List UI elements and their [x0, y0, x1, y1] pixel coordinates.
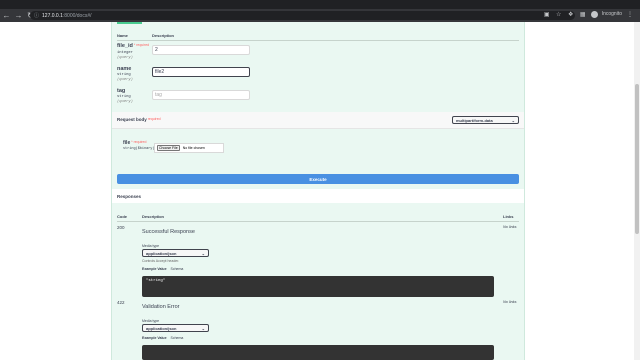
- example-code-block-422: [142, 345, 494, 360]
- example-tabs-200: Example Value Schema: [142, 267, 183, 271]
- param-type-name: string: [117, 73, 131, 77]
- sidebar-icon[interactable]: ▦: [579, 10, 587, 18]
- menu-icon[interactable]: ⋮: [626, 10, 634, 18]
- file-id-input[interactable]: 2: [152, 45, 250, 55]
- params-header-name: Name: [117, 33, 128, 38]
- incognito-icon[interactable]: [590, 10, 598, 18]
- tab-schema-200[interactable]: Schema: [171, 267, 184, 271]
- back-icon[interactable]: ←: [1, 10, 12, 21]
- tag-input[interactable]: tag: [152, 90, 250, 100]
- header-divider: [117, 40, 519, 41]
- media-type-label-200: Media type: [142, 244, 160, 248]
- page: Name Description file_id* required integ…: [0, 22, 640, 360]
- params-header-description: Description: [152, 33, 175, 38]
- tab-example-value-200[interactable]: Example Value: [142, 267, 167, 271]
- active-tab-indicator: [117, 22, 142, 24]
- response-code-200: 200: [117, 225, 125, 230]
- file-field-type: string($binary): [123, 147, 155, 151]
- media-type-select-200[interactable]: application/json ⌄: [142, 249, 209, 257]
- responses-col-links: Links: [503, 214, 514, 219]
- param-name-file-id: file_id* required: [117, 43, 150, 49]
- response-description-422: Validation Error: [142, 304, 180, 310]
- profile-label: Incognito: [601, 11, 622, 17]
- response-code-422: 422: [117, 300, 125, 305]
- tab-schema-422[interactable]: Schema: [171, 336, 184, 340]
- forward-icon[interactable]: →: [13, 10, 24, 21]
- choose-file-button[interactable]: Choose File: [157, 145, 180, 151]
- media-type-label-422: Media type: [142, 319, 160, 323]
- info-icon[interactable]: ⓘ: [34, 12, 39, 19]
- browser-toolbar: ← → ↻ ⓘ 127.0.0.1 :8000/docs#/ ▣ ☆ ❖ ▦ I…: [0, 9, 640, 22]
- param-type-file-id: integer: [117, 51, 133, 55]
- param-name-name: name: [117, 66, 132, 72]
- tab-example-value-422[interactable]: Example Value: [142, 336, 167, 340]
- bookmark-star-icon[interactable]: ☆: [555, 10, 563, 18]
- operation-panel: Name Description file_id* required integ…: [111, 22, 525, 360]
- request-body-title: Request bodyrequired: [117, 117, 161, 122]
- param-in-tag: (query): [117, 100, 133, 104]
- scrollbar-thumb[interactable]: [635, 84, 639, 234]
- url-host: 127.0.0.1: [42, 12, 63, 19]
- url-path: :8000/docs#/: [62, 12, 92, 19]
- response-description-200: Successful Response: [142, 229, 195, 235]
- execute-button[interactable]: Execute: [117, 174, 519, 184]
- tab-strip: [0, 0, 640, 9]
- controls-accept-note: Controls Accept header.: [142, 259, 180, 263]
- no-file-label: No file chosen: [182, 146, 205, 150]
- responses-col-code: Code: [117, 214, 127, 219]
- example-value-200: "string": [146, 279, 166, 283]
- responses-divider: [117, 221, 519, 222]
- chevron-down-icon: ⌄: [201, 326, 205, 331]
- address-bar[interactable]: ⓘ 127.0.0.1 :8000/docs#/: [30, 11, 575, 20]
- chevron-down-icon: ⌄: [201, 251, 205, 256]
- responses-col-description: Description: [142, 214, 165, 219]
- responses-title: Responses: [117, 194, 142, 199]
- content-type-select[interactable]: multipart/form-data ⌄: [452, 116, 519, 124]
- responses-header: Responses: [112, 189, 524, 203]
- param-in-file-id: (query): [117, 56, 133, 60]
- param-in-name: (query): [117, 78, 133, 82]
- response-links-422: No links: [503, 300, 517, 304]
- file-field-name: file* required: [123, 140, 147, 146]
- param-name-tag: tag: [117, 88, 126, 94]
- param-type-tag: string: [117, 95, 131, 99]
- scrollbar[interactable]: [634, 22, 640, 360]
- request-body-header: Request bodyrequired multipart/form-data…: [112, 112, 524, 129]
- extensions-icon[interactable]: ❖: [567, 10, 575, 18]
- example-tabs-422: Example Value Schema: [142, 336, 183, 340]
- media-type-select-422[interactable]: application/json ⌄: [142, 324, 209, 332]
- file-upload-input[interactable]: Choose File No file chosen: [154, 143, 224, 153]
- chevron-down-icon: ⌄: [511, 118, 515, 123]
- response-links-200: No links: [503, 225, 517, 229]
- name-input[interactable]: file2: [152, 67, 250, 77]
- cast-icon[interactable]: ▣: [543, 10, 551, 18]
- example-code-block-200: "string": [142, 276, 494, 297]
